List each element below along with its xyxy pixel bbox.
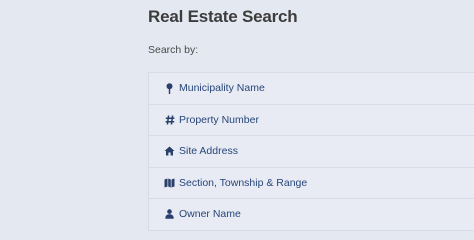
search-options-list: Municipality Name Property Number Site A… xyxy=(148,72,474,231)
search-by-label: Search by: xyxy=(148,44,199,56)
search-option-owner-name[interactable]: Owner Name xyxy=(148,198,474,231)
search-option-site-address[interactable]: Site Address xyxy=(148,135,474,168)
search-option-label: Section, Township & Range xyxy=(179,176,308,189)
search-option-municipality-name[interactable]: Municipality Name xyxy=(148,72,474,105)
search-option-label: Site Address xyxy=(179,145,238,158)
user-icon xyxy=(164,208,175,220)
search-option-label: Owner Name xyxy=(179,208,241,221)
map-marker-icon xyxy=(164,82,175,94)
page-title: Real Estate Search xyxy=(148,7,298,26)
map-icon xyxy=(164,177,175,189)
search-panel: Real Estate Search Search by: Municipali… xyxy=(148,0,474,240)
search-option-label: Property Number xyxy=(179,113,259,126)
search-option-property-number[interactable]: Property Number xyxy=(148,103,474,136)
search-option-section-township-range[interactable]: Section, Township & Range xyxy=(148,166,474,199)
hash-icon xyxy=(164,114,175,126)
home-icon xyxy=(164,145,175,157)
search-option-label: Municipality Name xyxy=(179,82,265,95)
